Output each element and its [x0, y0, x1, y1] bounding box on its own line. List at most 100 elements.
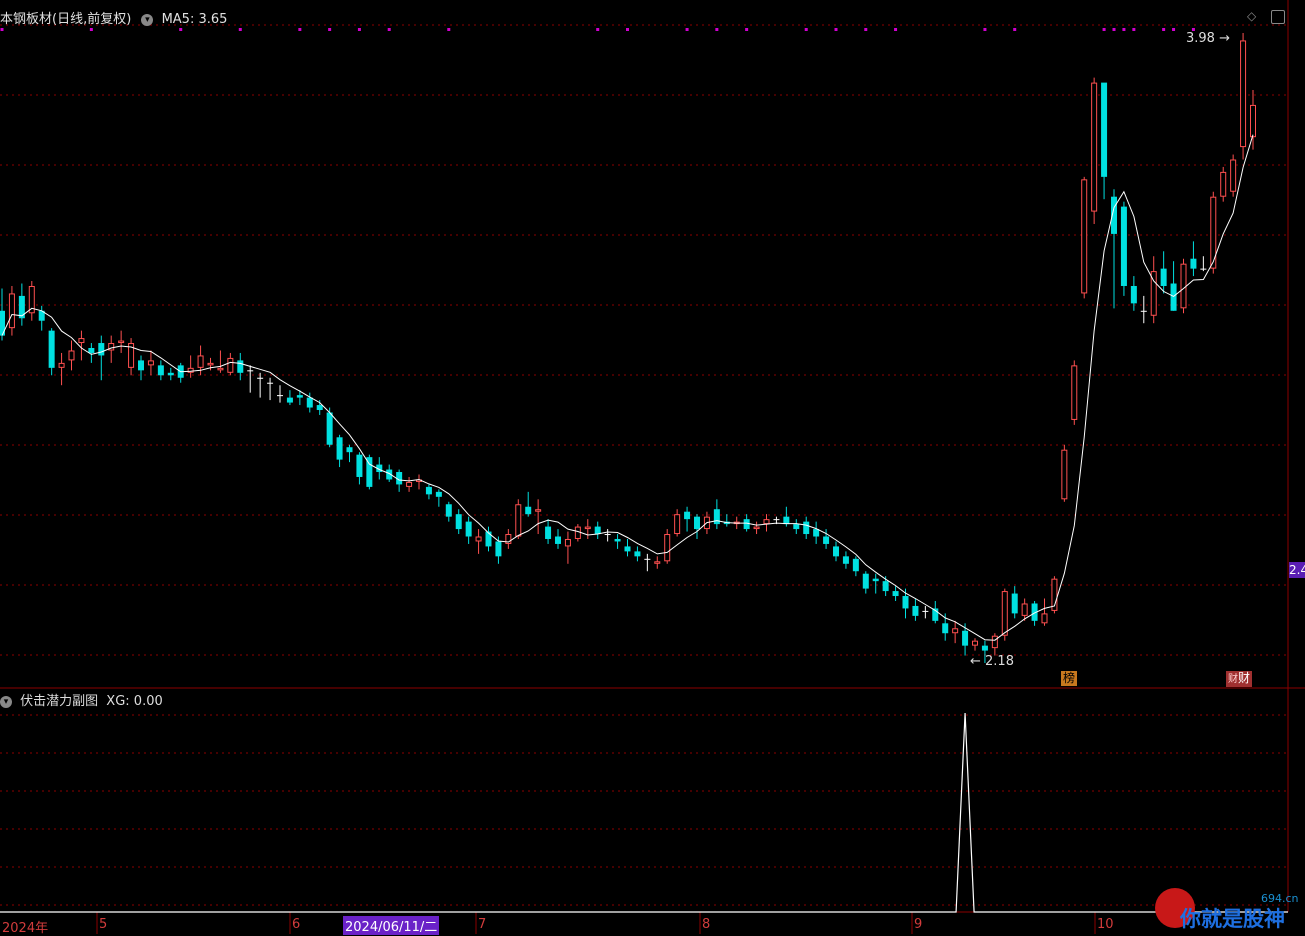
candle-body: [306, 397, 313, 408]
candle-body: [614, 538, 621, 542]
high-price-value: 3.98: [1186, 31, 1215, 46]
signal-dot: [1013, 28, 1017, 31]
candle-body: [1230, 159, 1237, 192]
candle-body: [1021, 603, 1028, 616]
candle-body: [644, 558, 651, 560]
candle-body: [604, 534, 611, 536]
candle-body: [952, 628, 959, 634]
signal-dot: [1112, 28, 1116, 31]
xg-value: 0.00: [133, 694, 163, 709]
low-price-label: ← 2.18: [970, 654, 1014, 669]
candle-body: [58, 362, 65, 368]
signal-dot: [1172, 28, 1176, 31]
candle-body: [257, 377, 264, 379]
date-axis-may: 5: [99, 917, 108, 932]
candle-body: [694, 516, 700, 530]
candle-body: [296, 395, 303, 398]
candle-body: [406, 481, 413, 487]
bang-badge[interactable]: 榜: [1061, 671, 1078, 686]
ma5-line: [1, 134, 1254, 641]
signal-dot: [596, 28, 600, 31]
signal-dot: [0, 28, 4, 31]
candle-body: [247, 370, 254, 372]
ma-toggle-icon[interactable]: ▾: [141, 13, 154, 26]
candle-body: [1240, 40, 1247, 148]
candlestick-chart[interactable]: [0, 0, 1305, 934]
candle-body: [664, 534, 671, 562]
candle-body: [475, 536, 482, 542]
signal-dot: [298, 28, 302, 31]
candle-body: [1250, 104, 1256, 138]
candle-body: [68, 350, 75, 361]
candle-body: [1180, 263, 1187, 309]
signal-dot: [834, 28, 838, 31]
candle-body: [445, 504, 452, 517]
candle-body: [922, 610, 929, 612]
candle-body: [88, 348, 95, 353]
candle-body: [823, 536, 830, 544]
main-header: 本钢板材(日线,前复权) ▾ MA5: 3.65: [0, 8, 227, 27]
candle-body: [237, 360, 244, 373]
date-axis-jul: 7: [478, 917, 487, 932]
candle-body: [98, 343, 105, 356]
candle-body: [981, 645, 988, 651]
date-axis-cursor: 2024/06/11/二: [343, 916, 440, 935]
candle-body: [545, 526, 552, 539]
candle-body: [346, 447, 353, 453]
signal-dot: [1102, 28, 1106, 31]
candle-body: [277, 395, 283, 397]
ma5-label: MA5:: [161, 12, 195, 27]
sub-toggle-icon[interactable]: ▾: [0, 695, 12, 708]
candle-body: [842, 556, 849, 564]
candle-body: [227, 357, 234, 373]
date-axis-aug: 8: [702, 917, 711, 932]
caibao-badge[interactable]: 财财: [1226, 671, 1253, 687]
candle-body: [1200, 268, 1207, 270]
candle-body: [147, 360, 154, 366]
candle-body: [942, 623, 949, 634]
candle-body: [882, 581, 889, 592]
candle-body: [654, 561, 661, 564]
signal-dot: [864, 28, 868, 31]
candle-body: [991, 635, 998, 649]
xg-signal-line: [0, 712, 1288, 913]
candle-body: [515, 504, 522, 537]
diamond-icon[interactable]: ◇: [1247, 9, 1256, 23]
candle-body: [862, 573, 869, 589]
candle-body: [962, 630, 969, 646]
candle-body: [138, 360, 144, 371]
candle-body: [197, 355, 204, 368]
candle-body: [495, 541, 502, 557]
candle-body: [584, 526, 591, 530]
signal-dot: [447, 28, 451, 31]
candle-body: [1101, 82, 1108, 177]
candle-body: [1220, 171, 1227, 197]
ma5-value: 3.65: [198, 12, 228, 27]
candle-body: [48, 330, 55, 368]
candle-body: [1130, 285, 1137, 304]
high-price-label: 3.98 →: [1186, 31, 1230, 46]
signal-dot: [387, 28, 391, 31]
candle-body: [157, 365, 164, 376]
window-icon[interactable]: [1271, 10, 1285, 24]
signal-dot: [238, 28, 242, 31]
watermark-text: 你就是股神: [1180, 907, 1285, 931]
candle-body: [8, 293, 15, 329]
date-axis-sep: 9: [914, 917, 923, 932]
signal-dot: [1132, 28, 1136, 31]
candle-body: [833, 546, 839, 557]
candle-body: [316, 405, 323, 411]
candle-body: [1091, 82, 1098, 212]
sub-header: ▾ 伏击潜力副图 XG: 0.00: [0, 690, 163, 709]
candle-body: [78, 338, 85, 344]
candle-body: [972, 640, 978, 646]
candle-body: [892, 591, 899, 597]
candle-body: [793, 524, 800, 530]
signal-dot: [894, 28, 898, 31]
candle-body: [118, 340, 125, 344]
candle-body: [1190, 258, 1197, 269]
candle-body: [425, 486, 432, 495]
candle-body: [267, 382, 274, 384]
candle-body: [455, 514, 462, 530]
candle-body: [167, 372, 174, 376]
